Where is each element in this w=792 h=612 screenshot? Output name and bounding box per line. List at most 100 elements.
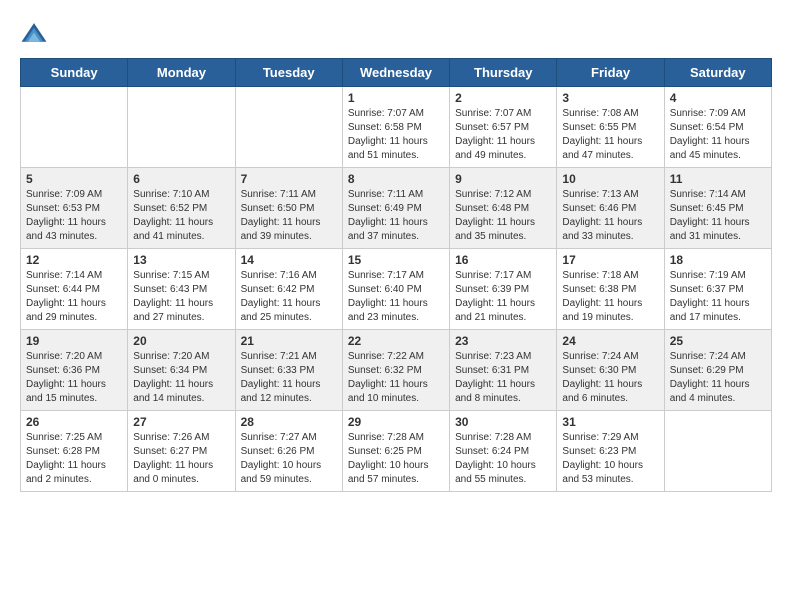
day-info: Sunrise: 7:07 AM Sunset: 6:58 PM Dayligh… xyxy=(348,107,444,163)
calendar-cell: 17Sunrise: 7:18 AM Sunset: 6:38 PM Dayli… xyxy=(557,249,664,330)
day-number: 21 xyxy=(241,334,337,348)
calendar-cell xyxy=(235,87,342,168)
calendar-cell: 23 Sunrise: 7:23 AM Sunset: 6:31 PM Dayli… xyxy=(450,330,557,411)
day-of-week-wednesday: Wednesday xyxy=(342,59,449,87)
calendar-cell: 21 Sunrise: 7:21 AM Sunset: 6:33 PM Dayli… xyxy=(235,330,342,411)
calendar-week-row: 19 Sunrise: 7:20 AM Sunset: 6:36 PM Dayli… xyxy=(21,330,772,411)
day-of-week-tuesday: Tuesday xyxy=(235,59,342,87)
day-number: 25 xyxy=(670,334,766,348)
day-info: Sunrise: 7:28 AM Sunset: 6:25 PM Dayligh… xyxy=(348,431,444,487)
day-info: Sunrise: 7:25 AM Sunset: 6:28 PM Dayligh… xyxy=(26,431,122,487)
calendar-cell: 18 Sunrise: 7:19 AM Sunset: 6:37 PM Dayli… xyxy=(664,249,771,330)
day-info: Sunrise: 7:14 AM Sunset: 6:44 PM Dayligh… xyxy=(26,269,122,325)
calendar-cell: 20Sunrise: 7:20 AM Sunset: 6:34 PM Dayli… xyxy=(128,330,235,411)
day-number: 31 xyxy=(562,415,658,429)
day-number: 22 xyxy=(348,334,444,348)
day-number: 28 xyxy=(241,415,337,429)
calendar-cell: 2 Sunrise: 7:07 AM Sunset: 6:57 PM Daylig… xyxy=(450,87,557,168)
day-info: Sunrise: 7:16 AM Sunset: 6:42 PM Dayligh… xyxy=(241,269,337,325)
day-info: Sunrise: 7:14 AM Sunset: 6:45 PM Dayligh… xyxy=(670,188,766,244)
day-number: 26 xyxy=(26,415,122,429)
calendar-cell: 16Sunrise: 7:17 AM Sunset: 6:39 PM Dayli… xyxy=(450,249,557,330)
calendar-cell: 29 Sunrise: 7:28 AM Sunset: 6:25 PM Dayli… xyxy=(342,411,449,492)
day-info: Sunrise: 7:10 AM Sunset: 6:52 PM Dayligh… xyxy=(133,188,229,244)
day-info: Sunrise: 7:19 AM Sunset: 6:37 PM Dayligh… xyxy=(670,269,766,325)
calendar-week-row: 26 Sunrise: 7:25 AM Sunset: 6:28 PM Dayli… xyxy=(21,411,772,492)
calendar-cell xyxy=(21,87,128,168)
day-number: 19 xyxy=(26,334,122,348)
day-info: Sunrise: 7:20 AM Sunset: 6:36 PM Dayligh… xyxy=(26,350,122,406)
day-info: Sunrise: 7:21 AM Sunset: 6:33 PM Dayligh… xyxy=(241,350,337,406)
calendar-cell: 30 Sunrise: 7:28 AM Sunset: 6:24 PM Dayli… xyxy=(450,411,557,492)
day-info: Sunrise: 7:23 AM Sunset: 6:31 PM Dayligh… xyxy=(455,350,551,406)
calendar-cell: 4Sunrise: 7:09 AM Sunset: 6:54 PM Daylig… xyxy=(664,87,771,168)
day-info: Sunrise: 7:09 AM Sunset: 6:53 PM Dayligh… xyxy=(26,188,122,244)
day-info: Sunrise: 7:24 AM Sunset: 6:29 PM Dayligh… xyxy=(670,350,766,406)
calendar-cell: 15Sunrise: 7:17 AM Sunset: 6:40 PM Dayli… xyxy=(342,249,449,330)
day-info: Sunrise: 7:26 AM Sunset: 6:27 PM Dayligh… xyxy=(133,431,229,487)
calendar-cell: 14 Sunrise: 7:16 AM Sunset: 6:42 PM Dayli… xyxy=(235,249,342,330)
day-info: Sunrise: 7:17 AM Sunset: 6:39 PM Dayligh… xyxy=(455,269,551,325)
day-number: 9 xyxy=(455,172,551,186)
day-number: 13 xyxy=(133,253,229,267)
calendar-cell: 7Sunrise: 7:11 AM Sunset: 6:50 PM Daylig… xyxy=(235,168,342,249)
day-of-week-saturday: Saturday xyxy=(664,59,771,87)
calendar-week-row: 1 Sunrise: 7:07 AM Sunset: 6:58 PM Daylig… xyxy=(21,87,772,168)
calendar-cell: 9 Sunrise: 7:12 AM Sunset: 6:48 PM Daylig… xyxy=(450,168,557,249)
day-info: Sunrise: 7:07 AM Sunset: 6:57 PM Dayligh… xyxy=(455,107,551,163)
day-number: 11 xyxy=(670,172,766,186)
logo-icon xyxy=(20,20,48,48)
calendar-cell: 22 Sunrise: 7:22 AM Sunset: 6:32 PM Dayli… xyxy=(342,330,449,411)
day-of-week-sunday: Sunday xyxy=(21,59,128,87)
day-number: 17 xyxy=(562,253,658,267)
day-number: 18 xyxy=(670,253,766,267)
day-info: Sunrise: 7:09 AM Sunset: 6:54 PM Dayligh… xyxy=(670,107,766,163)
calendar-cell: 26 Sunrise: 7:25 AM Sunset: 6:28 PM Dayli… xyxy=(21,411,128,492)
calendar-cell: 11 Sunrise: 7:14 AM Sunset: 6:45 PM Dayli… xyxy=(664,168,771,249)
day-number: 29 xyxy=(348,415,444,429)
calendar-cell: 19 Sunrise: 7:20 AM Sunset: 6:36 PM Dayli… xyxy=(21,330,128,411)
day-info: Sunrise: 7:22 AM Sunset: 6:32 PM Dayligh… xyxy=(348,350,444,406)
day-info: Sunrise: 7:11 AM Sunset: 6:50 PM Dayligh… xyxy=(241,188,337,244)
day-info: Sunrise: 7:28 AM Sunset: 6:24 PM Dayligh… xyxy=(455,431,551,487)
calendar-week-row: 5 Sunrise: 7:09 AM Sunset: 6:53 PM Daylig… xyxy=(21,168,772,249)
day-number: 30 xyxy=(455,415,551,429)
day-number: 14 xyxy=(241,253,337,267)
calendar-cell xyxy=(664,411,771,492)
calendar-cell: 27Sunrise: 7:26 AM Sunset: 6:27 PM Dayli… xyxy=(128,411,235,492)
calendar-cell: 6 Sunrise: 7:10 AM Sunset: 6:52 PM Daylig… xyxy=(128,168,235,249)
day-info: Sunrise: 7:27 AM Sunset: 6:26 PM Dayligh… xyxy=(241,431,337,487)
day-number: 23 xyxy=(455,334,551,348)
calendar-cell: 25 Sunrise: 7:24 AM Sunset: 6:29 PM Dayli… xyxy=(664,330,771,411)
day-of-week-monday: Monday xyxy=(128,59,235,87)
day-of-week-thursday: Thursday xyxy=(450,59,557,87)
logo xyxy=(20,20,52,48)
day-info: Sunrise: 7:15 AM Sunset: 6:43 PM Dayligh… xyxy=(133,269,229,325)
day-number: 10 xyxy=(562,172,658,186)
day-info: Sunrise: 7:08 AM Sunset: 6:55 PM Dayligh… xyxy=(562,107,658,163)
calendar-cell: 5 Sunrise: 7:09 AM Sunset: 6:53 PM Daylig… xyxy=(21,168,128,249)
day-number: 2 xyxy=(455,91,551,105)
calendar-cell: 1 Sunrise: 7:07 AM Sunset: 6:58 PM Daylig… xyxy=(342,87,449,168)
day-info: Sunrise: 7:29 AM Sunset: 6:23 PM Dayligh… xyxy=(562,431,658,487)
day-info: Sunrise: 7:13 AM Sunset: 6:46 PM Dayligh… xyxy=(562,188,658,244)
day-number: 15 xyxy=(348,253,444,267)
day-number: 24 xyxy=(562,334,658,348)
calendar-week-row: 12 Sunrise: 7:14 AM Sunset: 6:44 PM Dayli… xyxy=(21,249,772,330)
day-number: 8 xyxy=(348,172,444,186)
calendar-cell xyxy=(128,87,235,168)
day-number: 5 xyxy=(26,172,122,186)
day-number: 1 xyxy=(348,91,444,105)
day-info: Sunrise: 7:11 AM Sunset: 6:49 PM Dayligh… xyxy=(348,188,444,244)
day-number: 12 xyxy=(26,253,122,267)
day-info: Sunrise: 7:12 AM Sunset: 6:48 PM Dayligh… xyxy=(455,188,551,244)
calendar-cell: 24 Sunrise: 7:24 AM Sunset: 6:30 PM Dayli… xyxy=(557,330,664,411)
day-number: 6 xyxy=(133,172,229,186)
calendar-table: SundayMondayTuesdayWednesdayThursdayFrid… xyxy=(20,58,772,492)
day-number: 20 xyxy=(133,334,229,348)
calendar-cell: 10 Sunrise: 7:13 AM Sunset: 6:46 PM Dayli… xyxy=(557,168,664,249)
calendar-cell: 31 Sunrise: 7:29 AM Sunset: 6:23 PM Dayli… xyxy=(557,411,664,492)
header xyxy=(20,20,772,48)
calendar-header-row: SundayMondayTuesdayWednesdayThursdayFrid… xyxy=(21,59,772,87)
day-info: Sunrise: 7:24 AM Sunset: 6:30 PM Dayligh… xyxy=(562,350,658,406)
